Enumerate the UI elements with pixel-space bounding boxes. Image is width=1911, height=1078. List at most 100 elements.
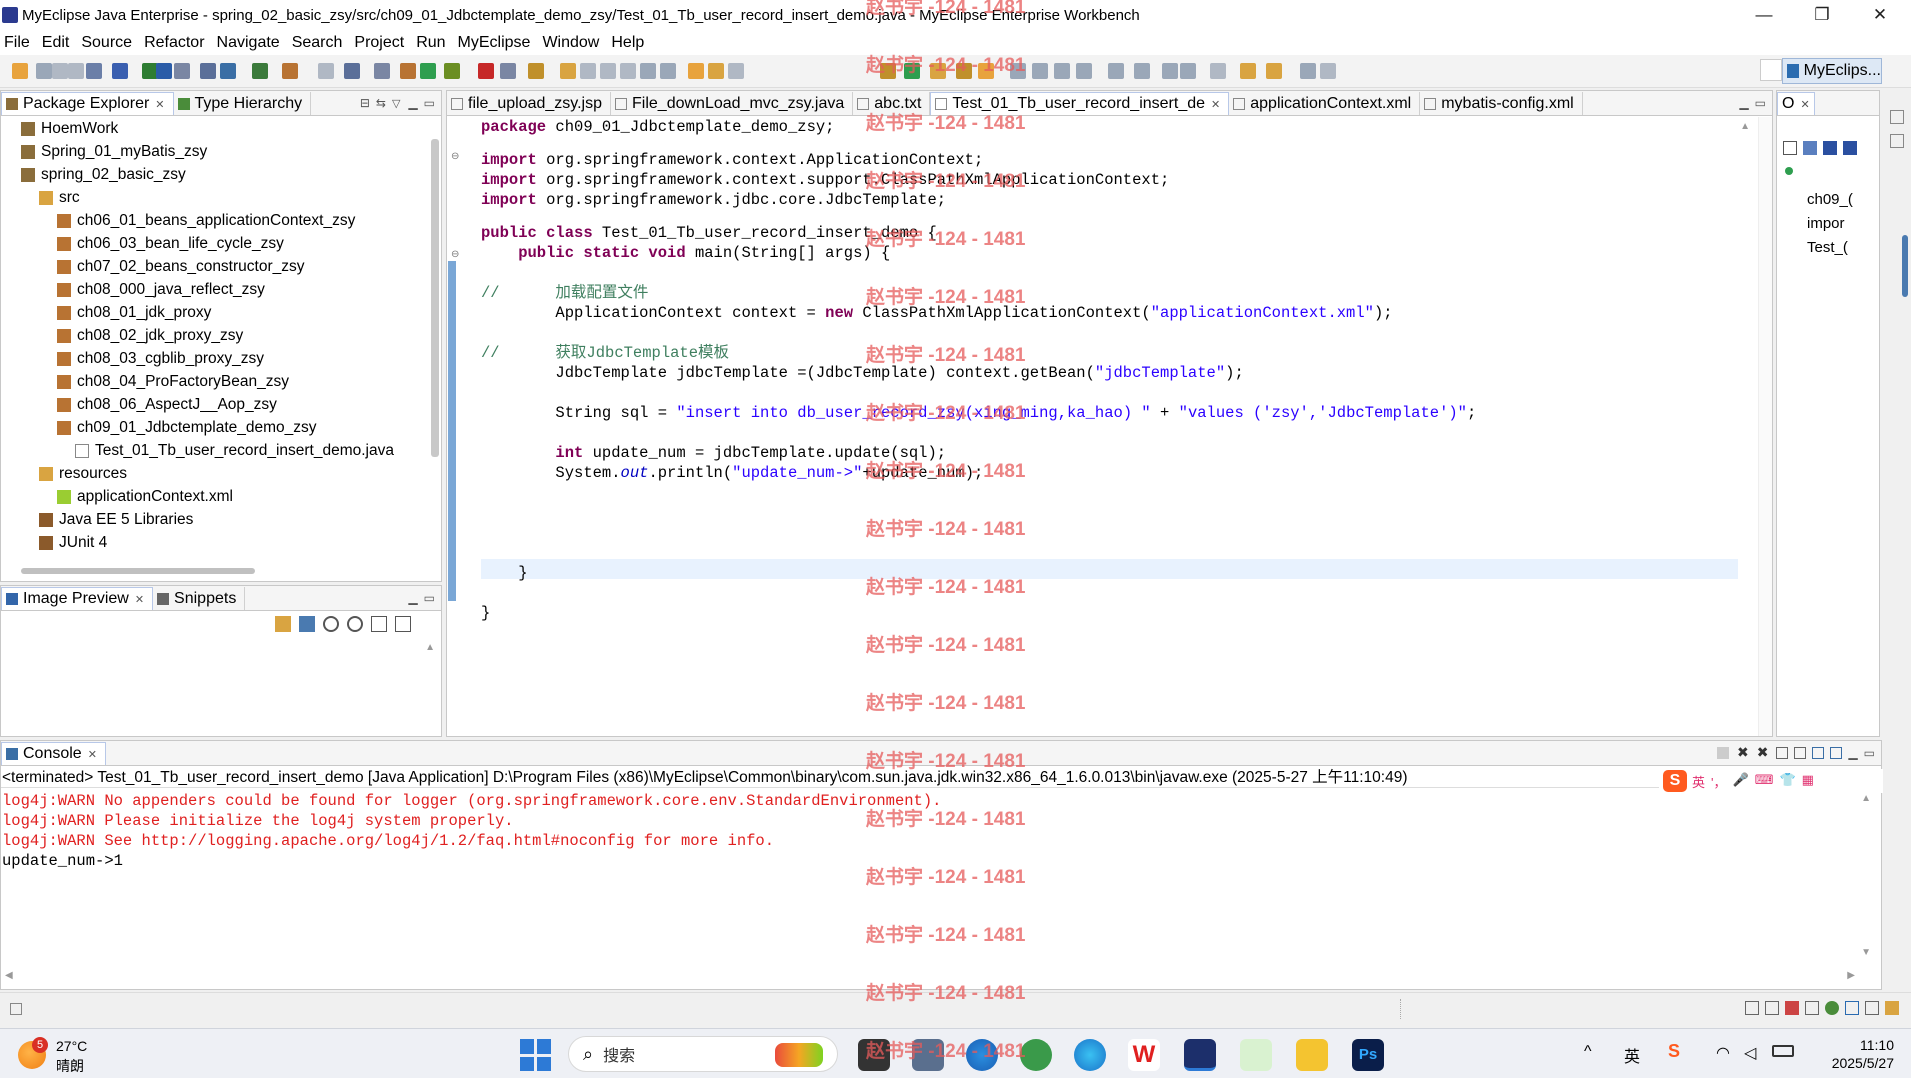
hide-fields-icon[interactable] [1823,141,1837,155]
tab-type-hierarchy[interactable]: Type Hierarchy [174,92,312,115]
fit-icon[interactable] [299,616,315,632]
sync-icon[interactable] [275,616,291,632]
outline-item[interactable]: impor [1807,215,1853,239]
zoom-out-icon[interactable] [323,616,339,632]
toolbar-icon[interactable] [444,63,460,79]
toolbar-icon[interactable] [1300,63,1316,79]
menu-navigate[interactable]: Navigate [217,34,280,52]
toolbar-icon[interactable] [708,63,724,79]
toolbar-icon[interactable] [660,63,676,79]
tree-item[interactable]: ch09_01_Jdbctemplate_demo_zsy [1,416,427,439]
toolbar-icon[interactable] [112,63,128,79]
toolbar-icon[interactable] [1032,63,1048,79]
tree-item[interactable]: src [1,186,427,209]
editor-tab[interactable]: File_downLoad_mvc_zsy.java [611,92,854,115]
toolbar-icon[interactable] [12,63,28,79]
tree-item[interactable]: resources [1,462,427,485]
link-editor-icon[interactable]: ⇆ [376,96,386,110]
scroll-up-icon[interactable]: ▲ [425,642,435,653]
tree-item[interactable]: ch06_03_bean_life_cycle_zsy [1,232,427,255]
tree-item[interactable]: Test_01_Tb_user_record_insert_demo.java [1,439,427,462]
editor-tab[interactable]: applicationContext.xml [1229,92,1421,115]
toolbar-icon[interactable] [478,63,494,79]
close-icon[interactable]: ✕ [155,98,164,111]
tree-horizontal-scrollbar[interactable] [21,568,255,574]
menu-edit[interactable]: Edit [42,34,70,52]
close-icon[interactable]: ✕ [1800,98,1809,111]
toolbar-icon[interactable] [1180,63,1196,79]
menu-source[interactable]: Source [81,34,132,52]
ime-tool-icon[interactable]: ▦ [1802,772,1814,791]
ime-tool-icon[interactable]: 🎤 [1733,772,1749,791]
status-icon[interactable] [1845,1001,1859,1015]
tree-item[interactable]: ch08_06_AspectJ__Aop_zsy [1,393,427,416]
ime-tool-icon[interactable]: '， [1711,772,1726,791]
maximize-view-icon[interactable]: ▭ [424,591,435,605]
ime-tray-icon[interactable]: 英 [1624,1043,1640,1067]
clock-time[interactable]: 11:10 [1826,1037,1894,1053]
restore-view-icon[interactable] [1890,110,1904,124]
toolbar-icon[interactable] [500,63,516,79]
toolbar-icon[interactable] [156,63,172,79]
toolbar-icon[interactable] [200,63,216,79]
scroll-right-icon[interactable]: ▶ [1847,970,1855,981]
pin-console-icon[interactable] [1812,747,1825,759]
scroll-left-icon[interactable]: ◀ [5,970,13,981]
menu-project[interactable]: Project [354,34,404,52]
maximize-view-icon[interactable]: ▭ [424,96,435,110]
tray-overflow-icon[interactable]: ^ [1584,1043,1592,1061]
toolbar-icon[interactable] [1266,63,1282,79]
tree-item[interactable]: ch08_02_jdk_proxy_zsy [1,324,427,347]
toolbar-icon[interactable] [1320,63,1336,79]
taskbar-search[interactable]: ⌕ 搜索 [568,1036,838,1072]
menu-myeclipse[interactable]: MyEclipse [458,34,531,52]
maximize-view-icon[interactable]: ▭ [1755,96,1766,110]
display-console-icon[interactable] [1830,747,1843,759]
toolbar-icon[interactable] [560,63,576,79]
wifi-icon[interactable]: ◠ [1716,1043,1730,1063]
minimize-view-icon[interactable]: ▁ [408,591,417,605]
fast-view-icon[interactable] [10,1003,22,1015]
minimize-button[interactable]: — [1735,0,1793,30]
fit-window-icon[interactable] [395,616,411,632]
toolbar-icon[interactable] [318,63,334,79]
scroll-down-icon[interactable]: ▼ [1861,947,1871,958]
collapse-all-icon[interactable]: ⊟ [360,96,370,110]
toolbar-icon[interactable] [728,63,744,79]
status-icon[interactable] [1765,1001,1779,1015]
editor-tab[interactable]: file_upload_zsy.jsp [447,92,612,115]
toolbar-icon[interactable] [374,63,390,79]
hide-static-icon[interactable] [1843,141,1857,155]
tree-item[interactable]: ch08_01_jdk_proxy [1,301,427,324]
ime-tool-icon[interactable]: 英 [1692,772,1705,791]
menu-file[interactable]: File [4,34,30,52]
tab-package-explorer[interactable]: Package Explorer ✕ [1,92,174,115]
toolbar-icon[interactable] [282,63,298,79]
menu-search[interactable]: Search [292,34,343,52]
status-icon[interactable] [1745,1001,1759,1015]
toolbar-icon[interactable] [1240,63,1256,79]
tree-item[interactable]: ch07_02_beans_constructor_zsy [1,255,427,278]
tree-item[interactable]: JUnit 4 [1,531,427,554]
weather-desc[interactable]: 晴朗 [56,1056,84,1076]
windows-start-icon[interactable] [520,1039,552,1071]
zoom-in-icon[interactable] [347,616,363,632]
file-explorer-icon[interactable] [1296,1039,1328,1071]
tree-item[interactable]: ch08_04_ProFactoryBean_zsy [1,370,427,393]
tab-console[interactable]: Console ✕ [1,742,106,765]
tree-vertical-scrollbar[interactable] [431,139,439,457]
tree-item[interactable]: ch08_000_java_reflect_zsy [1,278,427,301]
clock-date[interactable]: 2025/5/27 [1812,1055,1894,1071]
edge-ai-icon[interactable] [1074,1039,1106,1071]
tree-item[interactable]: ch08_03_cgblib_proxy_zsy [1,347,427,370]
toolbar-icon[interactable] [1210,63,1226,79]
minimize-view-icon[interactable]: ▁ [1848,746,1857,760]
actual-size-icon[interactable] [371,616,387,632]
console-output[interactable]: log4j:WARN No appenders could be found f… [2,791,1842,871]
scroll-lock-icon[interactable] [1794,747,1807,759]
tab-snippets[interactable]: Snippets [153,587,246,610]
toolbar-icon[interactable] [580,63,596,79]
menu-window[interactable]: Window [542,34,599,52]
toolbar-icon[interactable] [420,63,436,79]
wps-icon[interactable]: W [1128,1039,1160,1071]
